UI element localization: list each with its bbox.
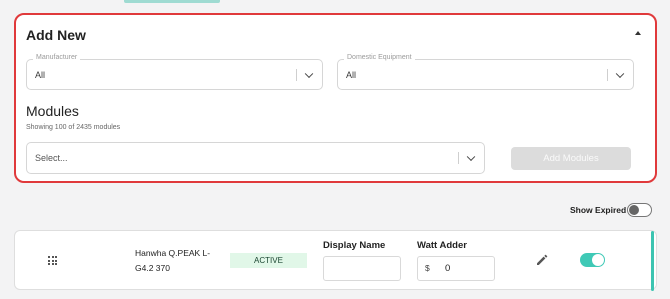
currency-symbol: $	[425, 263, 430, 273]
module-name: Hanwha Q.PEAK L-G4.2 370	[135, 248, 211, 273]
chevron-down-icon[interactable]	[466, 152, 476, 162]
domestic-equipment-label: Domestic Equipment	[344, 54, 415, 61]
toggle-knob	[592, 254, 604, 266]
manufacturer-select[interactable]: Manufacturer All	[26, 54, 323, 90]
domestic-equipment-value: All	[346, 69, 357, 80]
chevron-down-icon[interactable]	[304, 69, 314, 78]
select-separator	[607, 68, 608, 81]
drag-handle-icon[interactable]	[48, 256, 57, 265]
modules-count: Showing 100 of 2435 modules	[26, 124, 121, 131]
pencil-icon[interactable]	[535, 253, 549, 267]
active-tab-indicator	[124, 0, 220, 3]
display-name-label: Display Name	[323, 240, 386, 251]
show-expired-toggle[interactable]	[627, 203, 652, 217]
modules-select[interactable]: Select...	[26, 142, 485, 174]
toggle-knob	[629, 205, 639, 215]
modules-select-placeholder: Select...	[35, 153, 68, 163]
module-row: Hanwha Q.PEAK L-G4.2 370 ACTIVE Display …	[14, 230, 657, 291]
panel-title: Add New	[26, 27, 86, 43]
add-modules-button[interactable]: Add Modules	[511, 147, 631, 170]
chevron-down-icon[interactable]	[615, 69, 625, 78]
chevron-up-icon[interactable]	[635, 31, 641, 35]
watt-adder-input[interactable]: $ 0	[417, 256, 495, 281]
watt-adder-label: Watt Adder	[417, 240, 467, 251]
module-enabled-toggle[interactable]	[580, 253, 605, 267]
add-new-panel: Add New Manufacturer All Domestic Equipm…	[14, 13, 657, 183]
modules-heading: Modules	[26, 103, 79, 119]
select-separator	[296, 68, 297, 81]
status-badge: ACTIVE	[230, 253, 307, 268]
manufacturer-value: All	[35, 69, 46, 80]
manufacturer-label: Manufacturer	[33, 54, 81, 61]
show-expired-label: Show Expired	[570, 205, 627, 215]
scrollbar[interactable]	[651, 231, 654, 291]
display-name-input[interactable]	[323, 256, 401, 281]
select-separator	[458, 152, 459, 164]
domestic-equipment-select[interactable]: Domestic Equipment All	[337, 54, 634, 90]
watt-adder-value: 0	[445, 263, 451, 274]
